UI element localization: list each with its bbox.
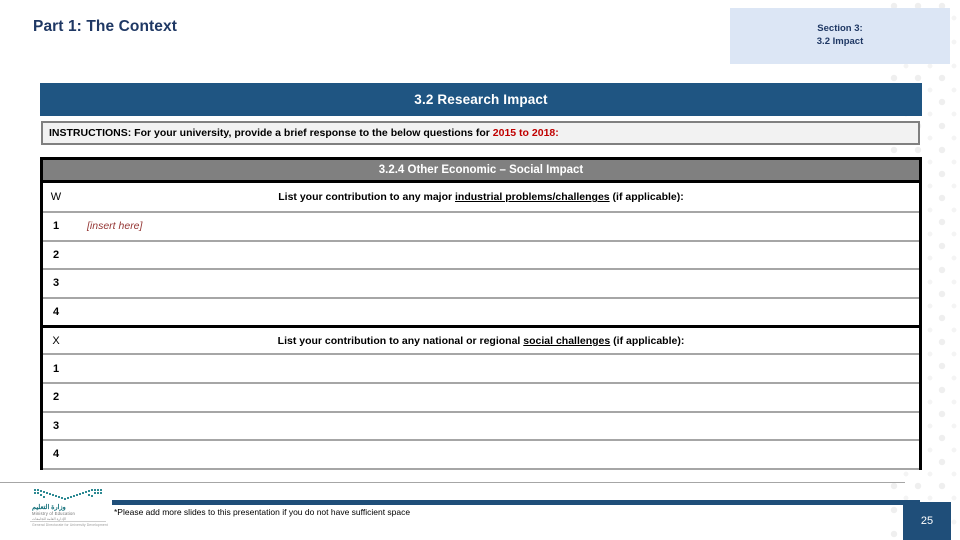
- row-value[interactable]: [insert here]: [69, 220, 919, 232]
- logo-divider: [30, 521, 106, 522]
- row-number: 2: [52, 391, 60, 404]
- row-number: 3: [52, 419, 60, 432]
- table-row[interactable]: 4: [43, 296, 919, 326]
- impact-table: 3.2.4 Other Economic – Social Impact W L…: [40, 157, 922, 470]
- subsection-header: 3.2.4 Other Economic – Social Impact: [43, 157, 919, 183]
- table-bottom-rule: [43, 467, 919, 470]
- row-number: 4: [52, 448, 60, 461]
- table-row[interactable]: 1: [43, 353, 919, 382]
- question-w-post: (if applicable):: [609, 191, 684, 203]
- instructions-text: INSTRUCTIONS: For your university, provi…: [43, 127, 559, 139]
- slide-canvas: Part 1: The Context Section 3: 3.2 Impac…: [0, 0, 960, 540]
- question-x-underlined: social challenges: [523, 334, 611, 347]
- row-number: 3: [52, 277, 60, 290]
- logo-arabic-name: وزارة التعليم: [32, 504, 66, 511]
- question-x-pre: List your contribution to any national o…: [277, 334, 524, 347]
- ministry-logo: وزارة التعليم Ministry of Education الإد…: [24, 487, 112, 535]
- footnote-text: *Please add more slides to this presenta…: [114, 507, 411, 517]
- subsection-header-title: 3.2.4 Other Economic – Social Impact: [378, 164, 584, 176]
- question-x-post: (if applicable):: [610, 334, 685, 347]
- question-text-w: List your contribution to any major indu…: [69, 191, 919, 203]
- question-marker-w: W: [50, 191, 62, 203]
- logo-english-subtitle: General Directorate for University Devel…: [32, 523, 108, 527]
- section-header-bar: 3.2 Research Impact: [40, 83, 922, 116]
- table-row[interactable]: 3: [43, 410, 919, 440]
- ministry-logo-mark: [34, 489, 102, 500]
- footer-divider: [0, 482, 905, 483]
- page-number-badge: 25: [903, 502, 951, 540]
- page-number: 25: [920, 515, 934, 527]
- question-w-underlined: industrial problems/challenges: [455, 191, 610, 203]
- instructions-prefix: INSTRUCTIONS: For your university, provi…: [49, 127, 493, 139]
- logo-english-name: Ministry of Education: [32, 511, 76, 516]
- instructions-box: INSTRUCTIONS: For your university, provi…: [41, 121, 920, 145]
- question-w-pre: List your contribution to any major: [278, 191, 456, 203]
- row-number: 2: [52, 248, 60, 261]
- question-marker-x: X: [52, 334, 60, 347]
- section-banner-line-1: Section 3:: [817, 23, 863, 35]
- footnote-accent-bar: [108, 500, 920, 505]
- row-number: 1: [52, 362, 60, 375]
- instructions-year-range: 2015 to 2018:: [492, 127, 559, 139]
- table-row[interactable]: 1 [insert here]: [43, 211, 919, 240]
- table-row[interactable]: 2: [43, 381, 919, 411]
- question-text-x: List your contribution to any national o…: [69, 335, 919, 347]
- row-number: 1: [52, 220, 60, 233]
- table-row[interactable]: 3: [43, 268, 919, 297]
- question-row-x: X List your contribution to any national…: [43, 325, 919, 354]
- section-banner-line-2: 3.2 Impact: [816, 36, 864, 47]
- question-row-w: W List your contribution to any major in…: [43, 183, 919, 211]
- section-header-title: 3.2 Research Impact: [414, 92, 548, 107]
- table-row[interactable]: 4: [43, 439, 919, 468]
- table-row[interactable]: 2: [43, 239, 919, 269]
- section-banner: Section 3: 3.2 Impact: [730, 8, 950, 64]
- page-title: Part 1: The Context: [33, 18, 178, 35]
- row-number: 4: [52, 306, 60, 319]
